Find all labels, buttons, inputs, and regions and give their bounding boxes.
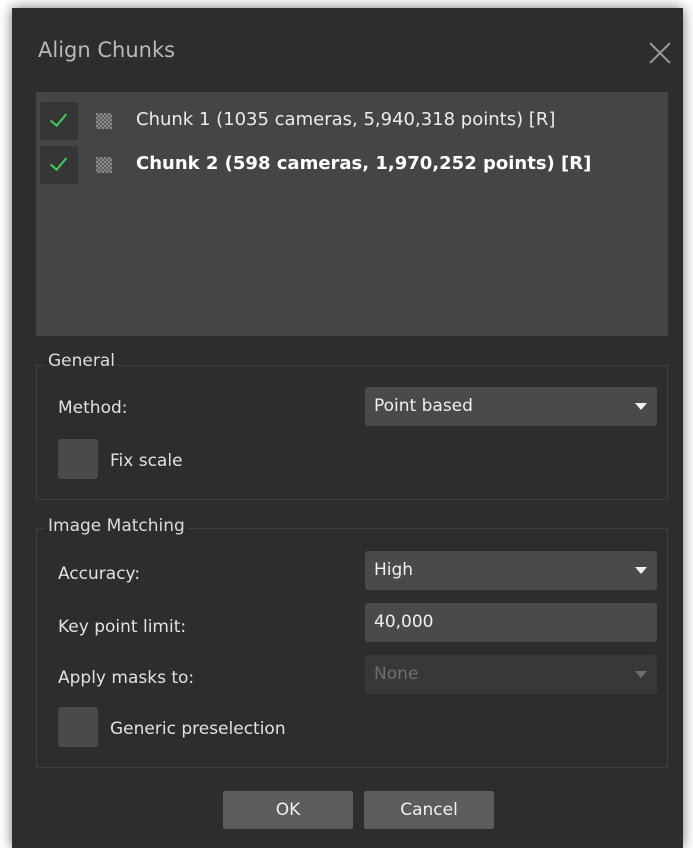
chevron-down-icon xyxy=(635,671,647,678)
apply-masks-label: Apply masks to: xyxy=(58,668,195,688)
fix-scale-label: Fix scale xyxy=(110,451,183,471)
method-dropdown[interactable]: Point based xyxy=(365,387,657,426)
key-point-limit-value: 40,000 xyxy=(374,612,434,632)
checkmark-icon[interactable] xyxy=(40,102,78,140)
method-label: Method: xyxy=(58,398,128,418)
general-group xyxy=(36,365,668,500)
accuracy-value: High xyxy=(374,560,414,580)
apply-masks-value: None xyxy=(374,664,419,684)
chunk-label: Chunk 2 (598 cameras, 1,970,252 points) … xyxy=(136,153,592,174)
method-value: Point based xyxy=(374,396,473,416)
chevron-down-icon xyxy=(635,567,647,574)
chunk-list: Chunk 1 (1035 cameras, 5,940,318 points)… xyxy=(36,92,668,336)
general-group-title: General xyxy=(45,351,118,371)
key-point-limit-label: Key point limit: xyxy=(58,617,187,637)
chunk-row-2[interactable]: Chunk 2 (598 cameras, 1,970,252 points) … xyxy=(40,146,660,184)
close-icon[interactable] xyxy=(648,41,672,65)
accuracy-dropdown[interactable]: High xyxy=(365,551,657,590)
generic-preselection-label: Generic preselection xyxy=(110,719,286,739)
apply-masks-dropdown: None xyxy=(365,655,657,694)
chunk-grid-icon xyxy=(96,157,112,173)
cancel-button[interactable]: Cancel xyxy=(364,791,494,829)
key-point-limit-input[interactable]: 40,000 xyxy=(365,603,657,642)
chunk-grid-icon xyxy=(96,113,112,129)
dialog-title: Align Chunks xyxy=(38,38,176,62)
chunk-row-1[interactable]: Chunk 1 (1035 cameras, 5,940,318 points)… xyxy=(40,102,660,140)
fix-scale-checkbox[interactable] xyxy=(58,439,98,479)
accuracy-label: Accuracy: xyxy=(58,564,141,584)
image-matching-group-title: Image Matching xyxy=(45,516,188,536)
generic-preselection-checkbox[interactable] xyxy=(58,707,98,747)
chevron-down-icon xyxy=(635,403,647,410)
chunk-label: Chunk 1 (1035 cameras, 5,940,318 points)… xyxy=(136,109,556,130)
checkmark-icon[interactable] xyxy=(40,146,78,184)
ok-button[interactable]: OK xyxy=(223,791,353,829)
align-chunks-dialog: Align Chunks Chunk 1 (1035 cameras, 5,94… xyxy=(12,8,683,848)
